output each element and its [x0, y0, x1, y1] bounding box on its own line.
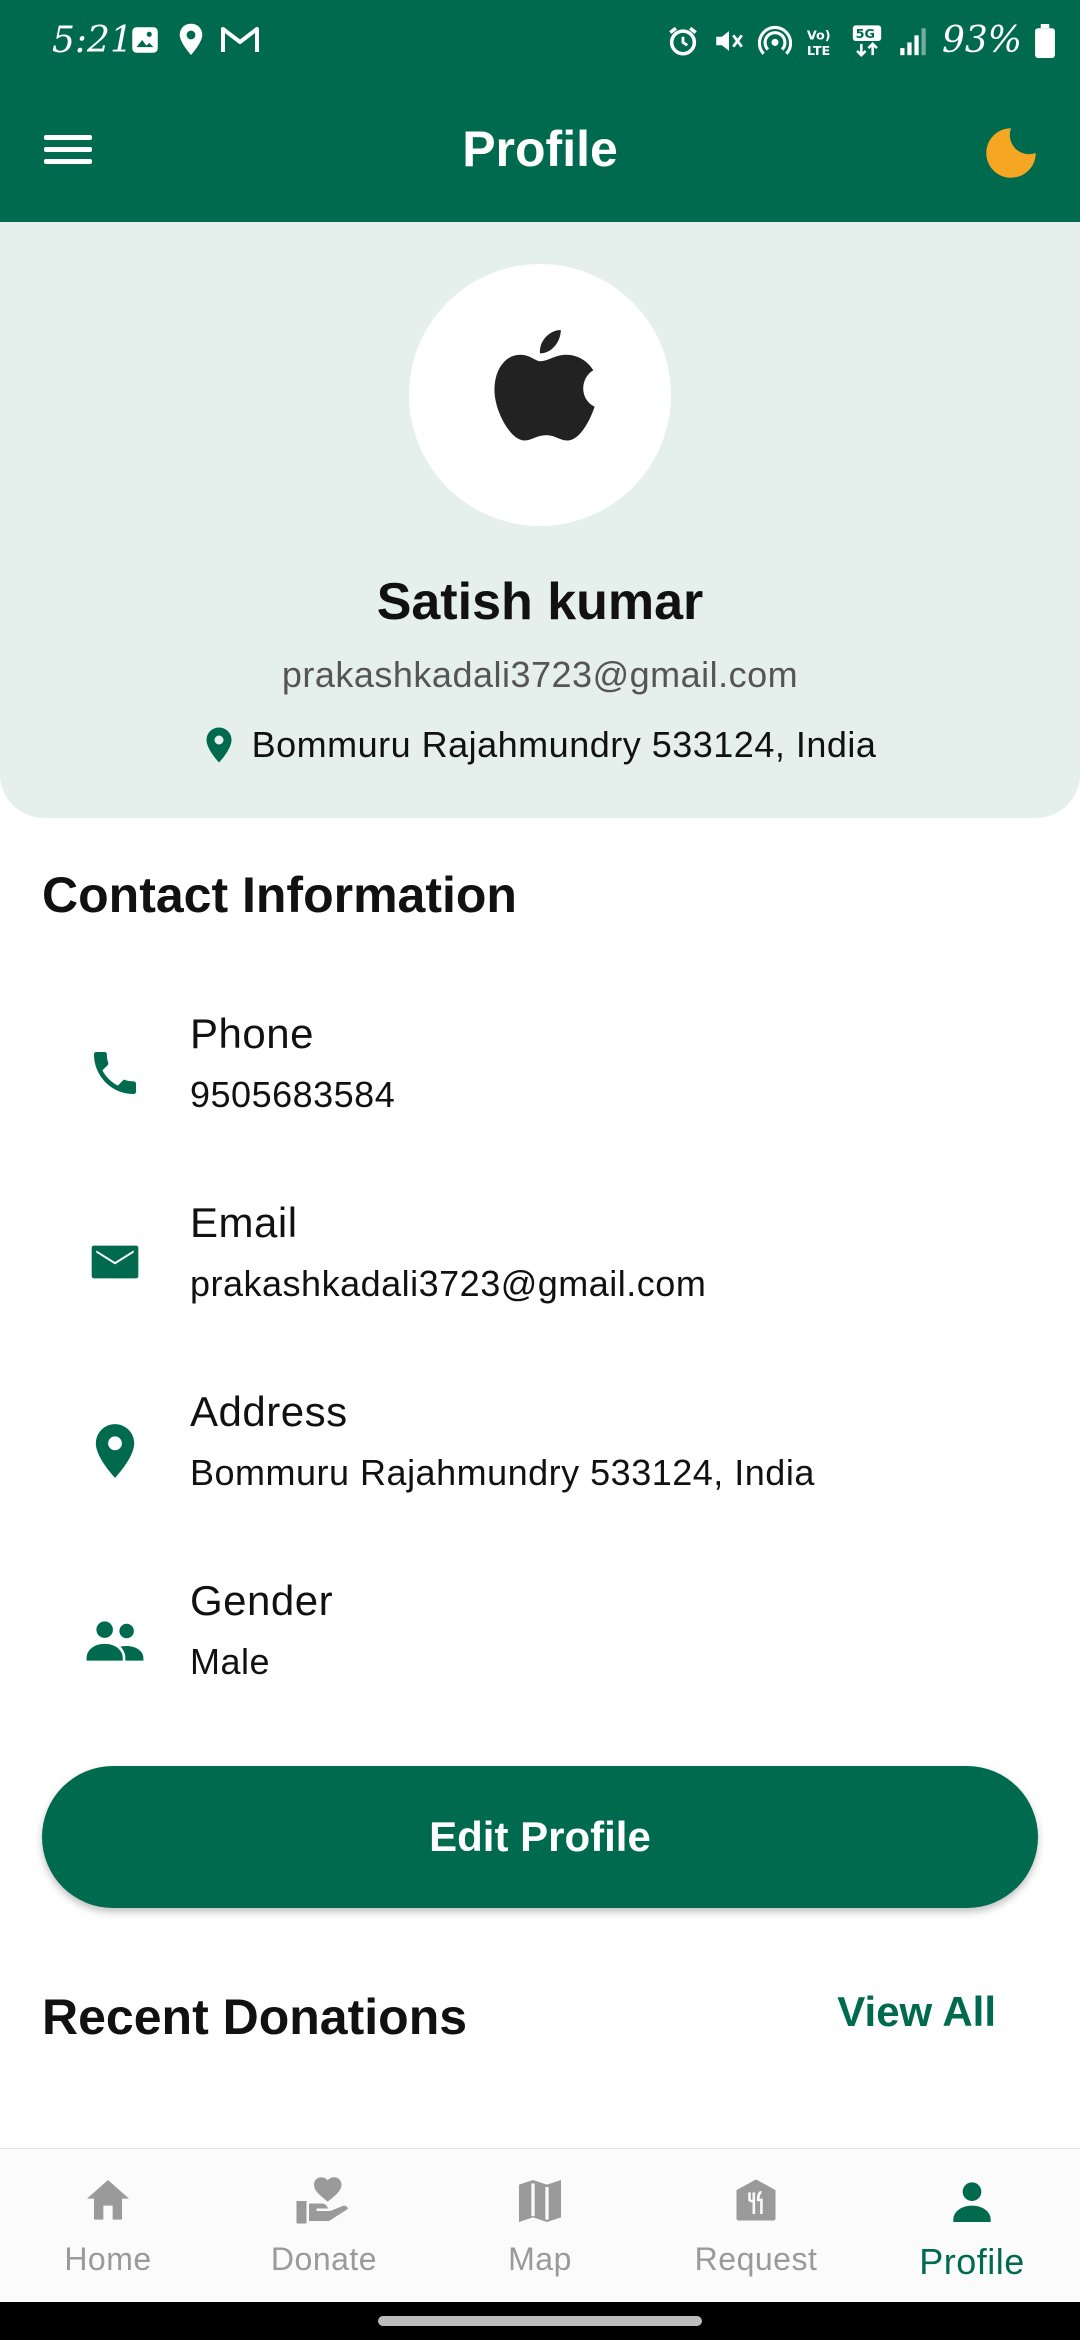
hotspot-icon	[757, 25, 792, 55]
nav-item-profile[interactable]: Profile	[864, 2149, 1080, 2302]
app-bar: Profile	[0, 84, 1080, 222]
5g-icon: 5G	[852, 24, 882, 57]
svg-text:LTE: LTE	[807, 44, 830, 58]
gmail-icon	[221, 27, 259, 52]
signal-icon	[900, 27, 926, 55]
map-icon	[510, 2171, 570, 2231]
contact-label: Email	[190, 1199, 298, 1246]
profile-location-text: Bommuru Rajahmundry 533124, India	[251, 724, 877, 765]
contact-value: Male	[190, 1641, 271, 1682]
system-gesture-area	[0, 2302, 1080, 2340]
people-icon	[82, 1607, 148, 1673]
page-title: Profile	[462, 121, 618, 177]
profile-location: Bommuru Rajahmundry 533124, India	[0, 724, 1080, 766]
donate-icon	[294, 2171, 354, 2231]
gallery-icon	[132, 27, 158, 53]
svg-text:Vo): Vo)	[807, 28, 831, 43]
contact-value: 9505683584	[190, 1074, 396, 1115]
apple-logo-icon	[494, 330, 595, 441]
contact-label: Address	[190, 1388, 348, 1435]
email-icon	[82, 1229, 148, 1295]
nav-item-home[interactable]: Home	[0, 2149, 216, 2302]
theme-toggle-button[interactable]	[978, 120, 1044, 186]
battery-icon	[1035, 23, 1055, 58]
status-time: 5:21	[52, 20, 133, 61]
request-icon	[726, 2171, 786, 2231]
nav-item-request[interactable]: Request	[648, 2149, 864, 2302]
phone-icon	[82, 1040, 148, 1106]
nav-label: Profile	[919, 2241, 1025, 2282]
battery-percent: 93%	[941, 20, 1022, 61]
contact-value: prakashkadali3723@gmail.com	[190, 1263, 707, 1304]
status-bar: 5:21 Vo) LTE 5G 93%	[0, 0, 1080, 84]
nav-item-donate[interactable]: Donate	[216, 2149, 432, 2302]
moon-icon	[986, 128, 1036, 178]
profile-name: Satish kumar	[376, 573, 704, 631]
contact-label: Phone	[190, 1010, 314, 1057]
location-icon	[82, 1418, 148, 1484]
nav-item-map[interactable]: Map	[432, 2149, 648, 2302]
contact-item-email: Email prakashkadali3723@gmail.com	[0, 1199, 1080, 1329]
contact-item-address: Address Bommuru Rajahmundry 533124, Indi…	[0, 1388, 1080, 1518]
contact-section-title: Contact Information	[42, 867, 517, 923]
person-icon	[942, 2171, 1002, 2231]
nav-label: Map	[508, 2241, 572, 2277]
alarm-icon	[669, 26, 697, 56]
svg-text:5G: 5G	[856, 27, 875, 42]
status-system-icons: Vo) LTE 5G 93%	[666, 20, 1056, 61]
bottom-navigation: Home Donate Map Request Profile	[0, 2148, 1080, 2302]
profile-header: Satish kumar prakashkadali3723@gmail.com…	[0, 222, 1080, 818]
contact-item-gender: Gender Male	[0, 1577, 1080, 1707]
contact-value: Bommuru Rajahmundry 533124, India	[190, 1452, 815, 1493]
status-notification-icons	[128, 22, 260, 58]
contact-label: Gender	[190, 1577, 334, 1624]
edit-profile-button[interactable]: Edit Profile	[42, 1766, 1038, 1908]
recent-donations-title: Recent Donations	[42, 1989, 468, 2045]
maps-pin-icon	[179, 23, 203, 55]
profile-email: prakashkadali3723@gmail.com	[281, 654, 799, 695]
volte-icon: Vo)LTE	[807, 28, 831, 58]
location-pin-icon	[206, 727, 232, 763]
nav-label: Request	[694, 2241, 818, 2277]
mute-icon	[716, 30, 743, 51]
contact-item-phone: Phone 9505683584	[0, 1010, 1080, 1140]
home-icon	[78, 2171, 138, 2231]
nav-label: Home	[64, 2241, 152, 2277]
gesture-handle[interactable]	[378, 2316, 702, 2326]
view-all-link[interactable]: View All	[837, 1988, 996, 2036]
nav-label: Donate	[270, 2241, 378, 2277]
avatar[interactable]	[409, 264, 671, 526]
